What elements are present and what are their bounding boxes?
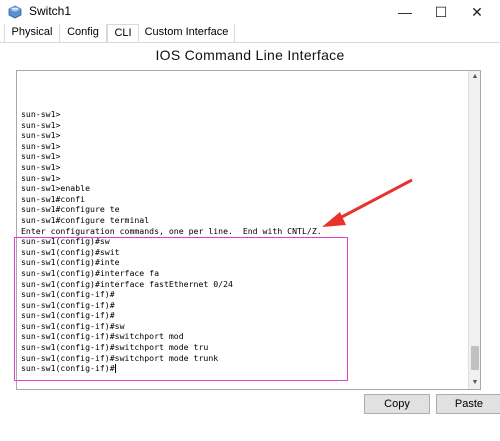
terminal-line: sun-sw1> [21,140,61,151]
tab-physical[interactable]: Physical [4,24,60,42]
terminal-line: sun-sw1#configure terminal [21,214,150,225]
terminal-scrollbar[interactable]: ▲ ▼ [468,71,480,389]
terminal-line: sun-sw1#configure te [21,204,120,215]
tab-custom-interface[interactable]: Custom Interface [139,24,235,42]
terminal-output[interactable]: sun-sw1> sun-sw1> sun-sw1> sun-sw1> sun-… [16,70,481,390]
close-icon: ✕ [471,3,483,20]
terminal-line: sun-sw1(config-if)#switchport mod [21,331,184,342]
title-bar: Switch1 — ☐ ✕ [0,0,500,24]
terminal-prompt-line: sun-sw1(config-if)# [21,363,461,374]
terminal-line: sun-sw1(config-if)#sw [21,320,125,331]
scroll-thumb[interactable] [471,346,479,370]
terminal-line: sun-sw1(config)#inte [21,257,120,268]
terminal-lines: sun-sw1> sun-sw1> sun-sw1> sun-sw1> sun-… [21,109,461,374]
terminal-line: sun-sw1> [21,109,61,119]
terminal-line: sun-sw1>enable [21,183,91,194]
current-prompt: sun-sw1(config-if)# [21,363,115,374]
terminal-line: sun-sw1(config-if)#switchport mode trunk [21,352,219,363]
minimize-icon: — [398,4,412,20]
terminal-line: sun-sw1> [21,130,61,141]
tab-bar: Physical Config CLI Custom Interface [0,24,500,43]
cli-heading: IOS Command Line Interface [155,47,345,63]
terminal-line: sun-sw1> [21,151,61,162]
maximize-icon: ☐ [434,3,448,20]
cli-window: Switch1 — ☐ ✕ Physical Config CLI Custom… [0,0,500,441]
terminal-line: sun-sw1(config)#interface fastEthernet 0… [21,278,233,289]
terminal-line: sun-sw1(config)#swit [21,246,120,257]
switch-app-icon [7,4,23,20]
terminal-line: sun-sw1> [21,161,61,172]
close-button[interactable]: ✕ [460,0,494,24]
terminal-line: sun-sw1(config-if)# [21,310,115,321]
terminal-line: sun-sw1(config-if)# [21,299,115,310]
paste-button[interactable]: Paste [436,394,500,414]
tab-cli[interactable]: CLI [107,24,139,42]
terminal-line: sun-sw1> [21,119,61,130]
text-cursor [114,364,116,374]
terminal-line: sun-sw1(config)#sw [21,236,110,247]
window-title: Switch1 [29,4,72,18]
tab-config[interactable]: Config [60,24,107,42]
terminal-line: sun-sw1(config)#interface fa [21,267,160,278]
maximize-button[interactable]: ☐ [424,0,458,24]
scroll-up-arrow-icon[interactable]: ▲ [469,71,481,83]
minimize-button[interactable]: — [388,0,422,24]
terminal-line: Enter configuration commands, one per li… [21,225,322,236]
terminal-line: sun-sw1(config-if)# [21,289,115,300]
terminal-line: sun-sw1(config-if)#switchport mode tru [21,342,209,353]
scroll-down-arrow-icon[interactable]: ▼ [469,377,481,389]
copy-button[interactable]: Copy [364,394,430,414]
terminal-line: sun-sw1> [21,172,61,183]
terminal-line: sun-sw1#confi [21,193,86,204]
